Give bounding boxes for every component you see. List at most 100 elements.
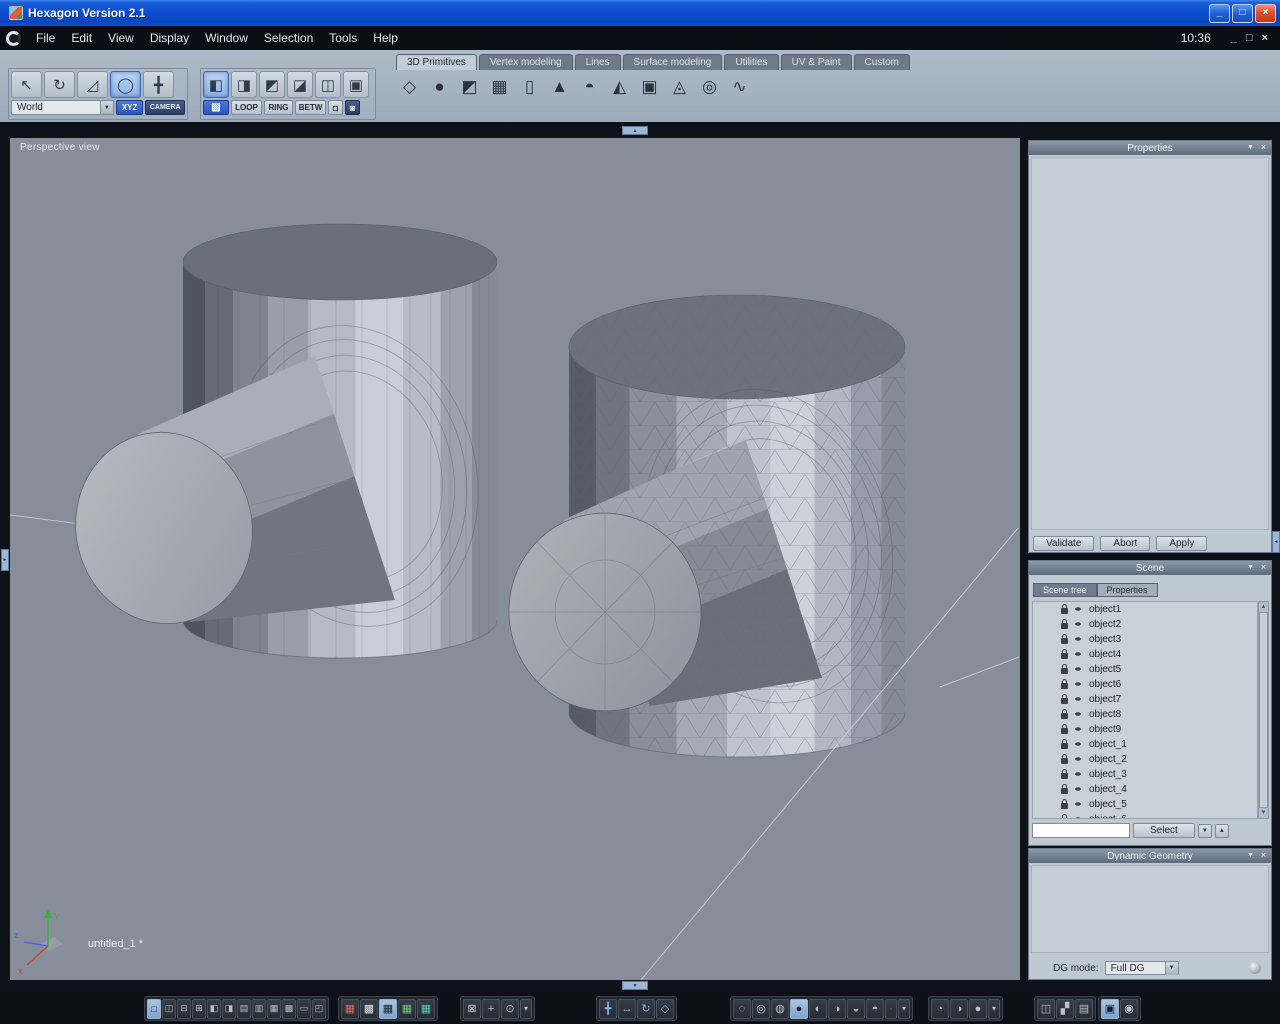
close-icon[interactable]: × — [1258, 851, 1269, 861]
rotate-manipulator-button[interactable]: ↻ — [637, 998, 655, 1019]
scroll-up-icon[interactable]: ▲ — [1259, 602, 1268, 612]
scene-object-row[interactable]: object_2 — [1033, 752, 1257, 767]
single-view-button[interactable]: □ — [147, 998, 161, 1019]
lock-icon[interactable] — [1061, 619, 1068, 629]
center-selection-button[interactable]: + — [482, 998, 500, 1019]
smoothing-high-button[interactable]: ● — [969, 998, 987, 1019]
area-select-tool-button[interactable]: ◿ — [77, 71, 108, 98]
scroll-down-icon[interactable]: ▼ — [1259, 808, 1268, 818]
smooth-shading-button[interactable]: ● — [790, 998, 808, 1019]
wireframe-mode-button[interactable]: ◌ — [733, 998, 751, 1019]
menu-edit[interactable]: Edit — [63, 26, 100, 50]
lock-icon[interactable] — [1061, 679, 1068, 689]
wide-view-button[interactable]: ▭ — [297, 998, 311, 1019]
materials-panel-button[interactable]: ▞ — [1056, 998, 1074, 1019]
split-horizontal-button[interactable]: ⊟ — [177, 998, 191, 1019]
doc-close-button[interactable]: × — [1262, 32, 1268, 44]
eye-icon[interactable] — [1073, 620, 1084, 629]
eye-icon[interactable] — [1073, 635, 1084, 644]
textured-mode-button[interactable]: ◐ — [809, 998, 827, 1019]
collapse-icon[interactable]: ▼ — [1245, 143, 1256, 153]
scene-object-row[interactable]: object8 — [1033, 707, 1257, 722]
lock-icon[interactable] — [1061, 634, 1068, 644]
collapse-right-button[interactable]: ◄ — [1272, 531, 1280, 553]
torus-primitive-button[interactable]: ◎ — [696, 72, 723, 102]
object-filter-input[interactable] — [1032, 823, 1130, 838]
translate-manipulator-button[interactable]: ↔ — [618, 998, 636, 1019]
scene-object-row[interactable]: object_3 — [1033, 767, 1257, 782]
nine-views-button[interactable]: ▩ — [282, 998, 296, 1019]
lock-icon[interactable] — [1061, 709, 1068, 719]
loop-mode-button[interactable]: ◫ — [315, 71, 341, 98]
edge-mode-button[interactable]: ◨ — [231, 71, 257, 98]
scene-object-row[interactable]: object_4 — [1033, 782, 1257, 797]
scene-object-row[interactable]: object2 — [1033, 617, 1257, 632]
validate-button[interactable]: Validate — [1033, 536, 1095, 551]
scene-object-row[interactable]: object_6 — [1033, 812, 1257, 818]
smoothing-options-button[interactable]: ▾ — [988, 998, 1000, 1019]
uv-panel-button[interactable]: ▤ — [1075, 998, 1093, 1019]
manipulator-tool-button[interactable]: ╋ — [143, 71, 174, 98]
tab-scene-tree[interactable]: Scene tree — [1033, 583, 1097, 597]
clay-mode-button[interactable]: ◓ — [866, 998, 884, 1019]
tab-custom[interactable]: Custom — [853, 54, 910, 70]
eye-icon[interactable] — [1073, 650, 1084, 659]
three-views-right-button[interactable]: ◨ — [222, 998, 236, 1019]
collapse-icon[interactable]: ▼ — [1245, 851, 1256, 861]
chamfer-box-primitive-button[interactable]: ▣ — [636, 72, 663, 102]
chevron-down-icon[interactable]: ▼ — [1164, 961, 1178, 975]
three-views-left-button[interactable]: ◧ — [207, 998, 221, 1019]
soft-selection-button[interactable]: ◘ — [328, 100, 343, 115]
doc-minimize-button[interactable]: _ — [1231, 32, 1237, 44]
chevron-down-icon[interactable]: ▼ — [99, 101, 113, 114]
collapse-icon[interactable]: ▼ — [1245, 563, 1256, 573]
menu-view[interactable]: View — [100, 26, 142, 50]
smoothing-mid-button[interactable]: ◑ — [950, 998, 968, 1019]
cube-primitive-button[interactable]: ◇ — [396, 72, 423, 102]
tab-properties[interactable]: Properties — [1096, 583, 1158, 597]
select-tool-button[interactable]: ↖ — [11, 71, 42, 98]
eye-icon[interactable] — [1073, 800, 1084, 809]
abort-button[interactable]: Abort — [1100, 536, 1151, 551]
eye-icon[interactable] — [1073, 755, 1084, 764]
zoom-button[interactable]: ⊙ — [501, 998, 519, 1019]
cylinder-primitive-button[interactable]: ▯ — [516, 72, 543, 102]
scene-object-row[interactable]: object5 — [1033, 662, 1257, 677]
platonic-primitive-button[interactable]: ◬ — [666, 72, 693, 102]
helix-primitive-button[interactable]: ∿ — [726, 72, 753, 102]
face-mode-button[interactable]: ◩ — [259, 71, 285, 98]
eye-icon[interactable] — [1073, 680, 1084, 689]
minimize-button[interactable]: _ — [1209, 3, 1230, 23]
green-grid-button[interactable]: ▦ — [398, 998, 416, 1019]
eye-icon[interactable] — [1073, 665, 1084, 674]
show-grid-button[interactable]: ▦ — [379, 998, 397, 1019]
eye-icon[interactable] — [1073, 605, 1084, 614]
menu-window[interactable]: Window — [197, 26, 256, 50]
tab-utilities[interactable]: Utilities — [724, 54, 779, 70]
xyz-axis-button[interactable]: XYZ — [115, 100, 144, 115]
select-options-button[interactable]: ▼ — [1197, 823, 1212, 838]
restore-button[interactable]: □ — [1232, 3, 1253, 23]
symmetry-selection-button[interactable]: ◙ — [345, 100, 360, 115]
scene-object-row[interactable]: object3 — [1033, 632, 1257, 647]
dynamic-geometry-header[interactable]: Dynamic Geometry ▼ × — [1029, 849, 1271, 863]
universal-manipulator-button[interactable]: ╋ — [599, 998, 617, 1019]
textured-wire-mode-button[interactable]: ◑ — [828, 998, 846, 1019]
loop-select-button[interactable]: LOOP — [231, 100, 262, 115]
transparent-mode-button[interactable]: ◒ — [847, 998, 865, 1019]
scene-object-row[interactable]: object4 — [1033, 647, 1257, 662]
menu-tools[interactable]: Tools — [321, 26, 365, 50]
custom-layout-button[interactable]: ◰ — [312, 998, 326, 1019]
three-views-top-button[interactable]: ▤ — [237, 998, 251, 1019]
six-views-button[interactable]: ▦ — [267, 998, 281, 1019]
dg-mode-dropdown[interactable]: Full DG ▼ — [1104, 961, 1179, 975]
flat-shading-button[interactable]: ◍ — [771, 998, 789, 1019]
scrollbar-thumb[interactable] — [1259, 612, 1268, 808]
pyramid-primitive-button[interactable]: ◭ — [606, 72, 633, 102]
world-space-dropdown[interactable]: World ▼ — [11, 100, 114, 115]
tab-vertex-modeling[interactable]: Vertex modeling — [478, 54, 573, 70]
scroll-top-button[interactable]: ▲ — [1214, 823, 1229, 838]
geodesic-primitive-button[interactable]: ◓ — [576, 72, 603, 102]
properties-panel-header[interactable]: Properties ▼ × — [1029, 141, 1271, 155]
tab-uv-paint[interactable]: UV & Paint — [780, 54, 852, 70]
